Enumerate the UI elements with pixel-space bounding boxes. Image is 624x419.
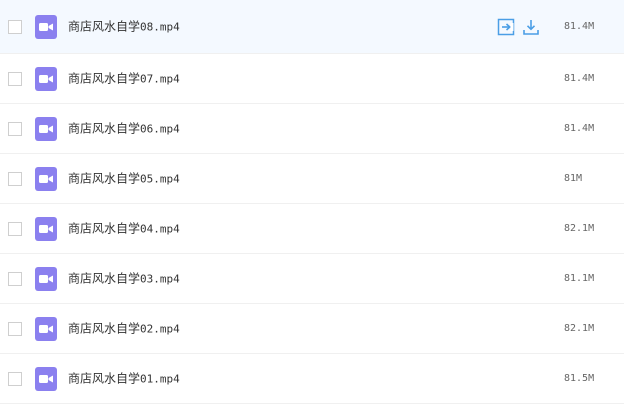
file-name[interactable]: 商店风水自学05.mp4 xyxy=(68,171,180,186)
file-name-base: 商店风水自学 xyxy=(68,371,141,385)
file-name-suffix: 08.mp4 xyxy=(140,20,180,33)
file-name[interactable]: 商店风水自学02.mp4 xyxy=(68,321,180,336)
file-name-base: 商店风水自学 xyxy=(68,271,141,285)
file-row[interactable]: 商店风水自学06.mp4 81.4M xyxy=(0,104,624,154)
video-file-icon xyxy=(35,116,57,141)
row-checkbox[interactable] xyxy=(8,221,22,236)
video-file-icon xyxy=(35,266,57,291)
share-to-icon[interactable] xyxy=(497,18,515,36)
row-checkbox[interactable] xyxy=(8,371,22,386)
file-size: 82.1M xyxy=(564,322,595,334)
file-size: 81.1M xyxy=(564,272,595,284)
file-row[interactable]: 商店风水自学08.mp4 81.4M xyxy=(0,0,624,54)
file-name[interactable]: 商店风水自学07.mp4 xyxy=(68,71,180,86)
file-row[interactable]: 商店风水自学03.mp4 81.1M xyxy=(0,254,624,304)
file-size: 81.4M xyxy=(564,122,595,134)
video-file-icon xyxy=(35,366,57,391)
file-size: 81.4M xyxy=(564,72,595,84)
file-name[interactable]: 商店风水自学01.mp4 xyxy=(68,371,180,386)
file-name-base: 商店风水自学 xyxy=(68,19,141,33)
file-name-suffix: 01.mp4 xyxy=(140,372,180,385)
file-row[interactable]: 商店风水自学01.mp4 81.5M xyxy=(0,354,624,404)
file-name[interactable]: 商店风水自学03.mp4 xyxy=(68,271,180,286)
file-size: 82.1M xyxy=(564,222,595,234)
file-name-suffix: 06.mp4 xyxy=(140,122,180,135)
video-file-icon xyxy=(35,14,57,39)
row-checkbox[interactable] xyxy=(8,121,22,136)
file-name-base: 商店风水自学 xyxy=(68,121,141,135)
file-name[interactable]: 商店风水自学04.mp4 xyxy=(68,221,180,236)
file-name-base: 商店风水自学 xyxy=(68,221,141,235)
file-name-suffix: 03.mp4 xyxy=(140,272,180,285)
file-name[interactable]: 商店风水自学08.mp4 xyxy=(68,19,180,34)
file-row[interactable]: 商店风水自学04.mp4 82.1M xyxy=(0,204,624,254)
file-size: 81.4M xyxy=(564,20,595,32)
file-name-base: 商店风水自学 xyxy=(68,71,141,85)
file-name-suffix: 07.mp4 xyxy=(140,72,180,85)
file-size: 81.5M xyxy=(564,372,595,384)
file-name[interactable]: 商店风水自学06.mp4 xyxy=(68,121,180,136)
video-file-icon xyxy=(35,66,57,91)
row-checkbox[interactable] xyxy=(8,321,22,336)
file-row[interactable]: 商店风水自学05.mp4 81M xyxy=(0,154,624,204)
file-row[interactable]: 商店风水自学07.mp4 81.4M xyxy=(0,54,624,104)
row-checkbox[interactable] xyxy=(8,19,22,34)
file-name-base: 商店风水自学 xyxy=(68,171,141,185)
video-file-icon xyxy=(35,316,57,341)
file-name-suffix: 02.mp4 xyxy=(140,322,180,335)
row-actions xyxy=(497,18,545,36)
file-size: 81M xyxy=(564,172,583,184)
file-list: 商店风水自学08.mp4 81.4M 商店风水自学07.mp4 81.4M 商店… xyxy=(0,0,624,405)
video-file-icon xyxy=(35,166,57,191)
download-icon[interactable] xyxy=(522,18,540,36)
row-checkbox[interactable] xyxy=(8,71,22,86)
file-name-base: 商店风水自学 xyxy=(68,321,141,335)
row-checkbox[interactable] xyxy=(8,171,22,186)
file-name-suffix: 04.mp4 xyxy=(140,222,180,235)
row-checkbox[interactable] xyxy=(8,271,22,286)
file-row[interactable]: 商店风水自学02.mp4 82.1M xyxy=(0,304,624,354)
video-file-icon xyxy=(35,216,57,241)
file-name-suffix: 05.mp4 xyxy=(140,172,180,185)
